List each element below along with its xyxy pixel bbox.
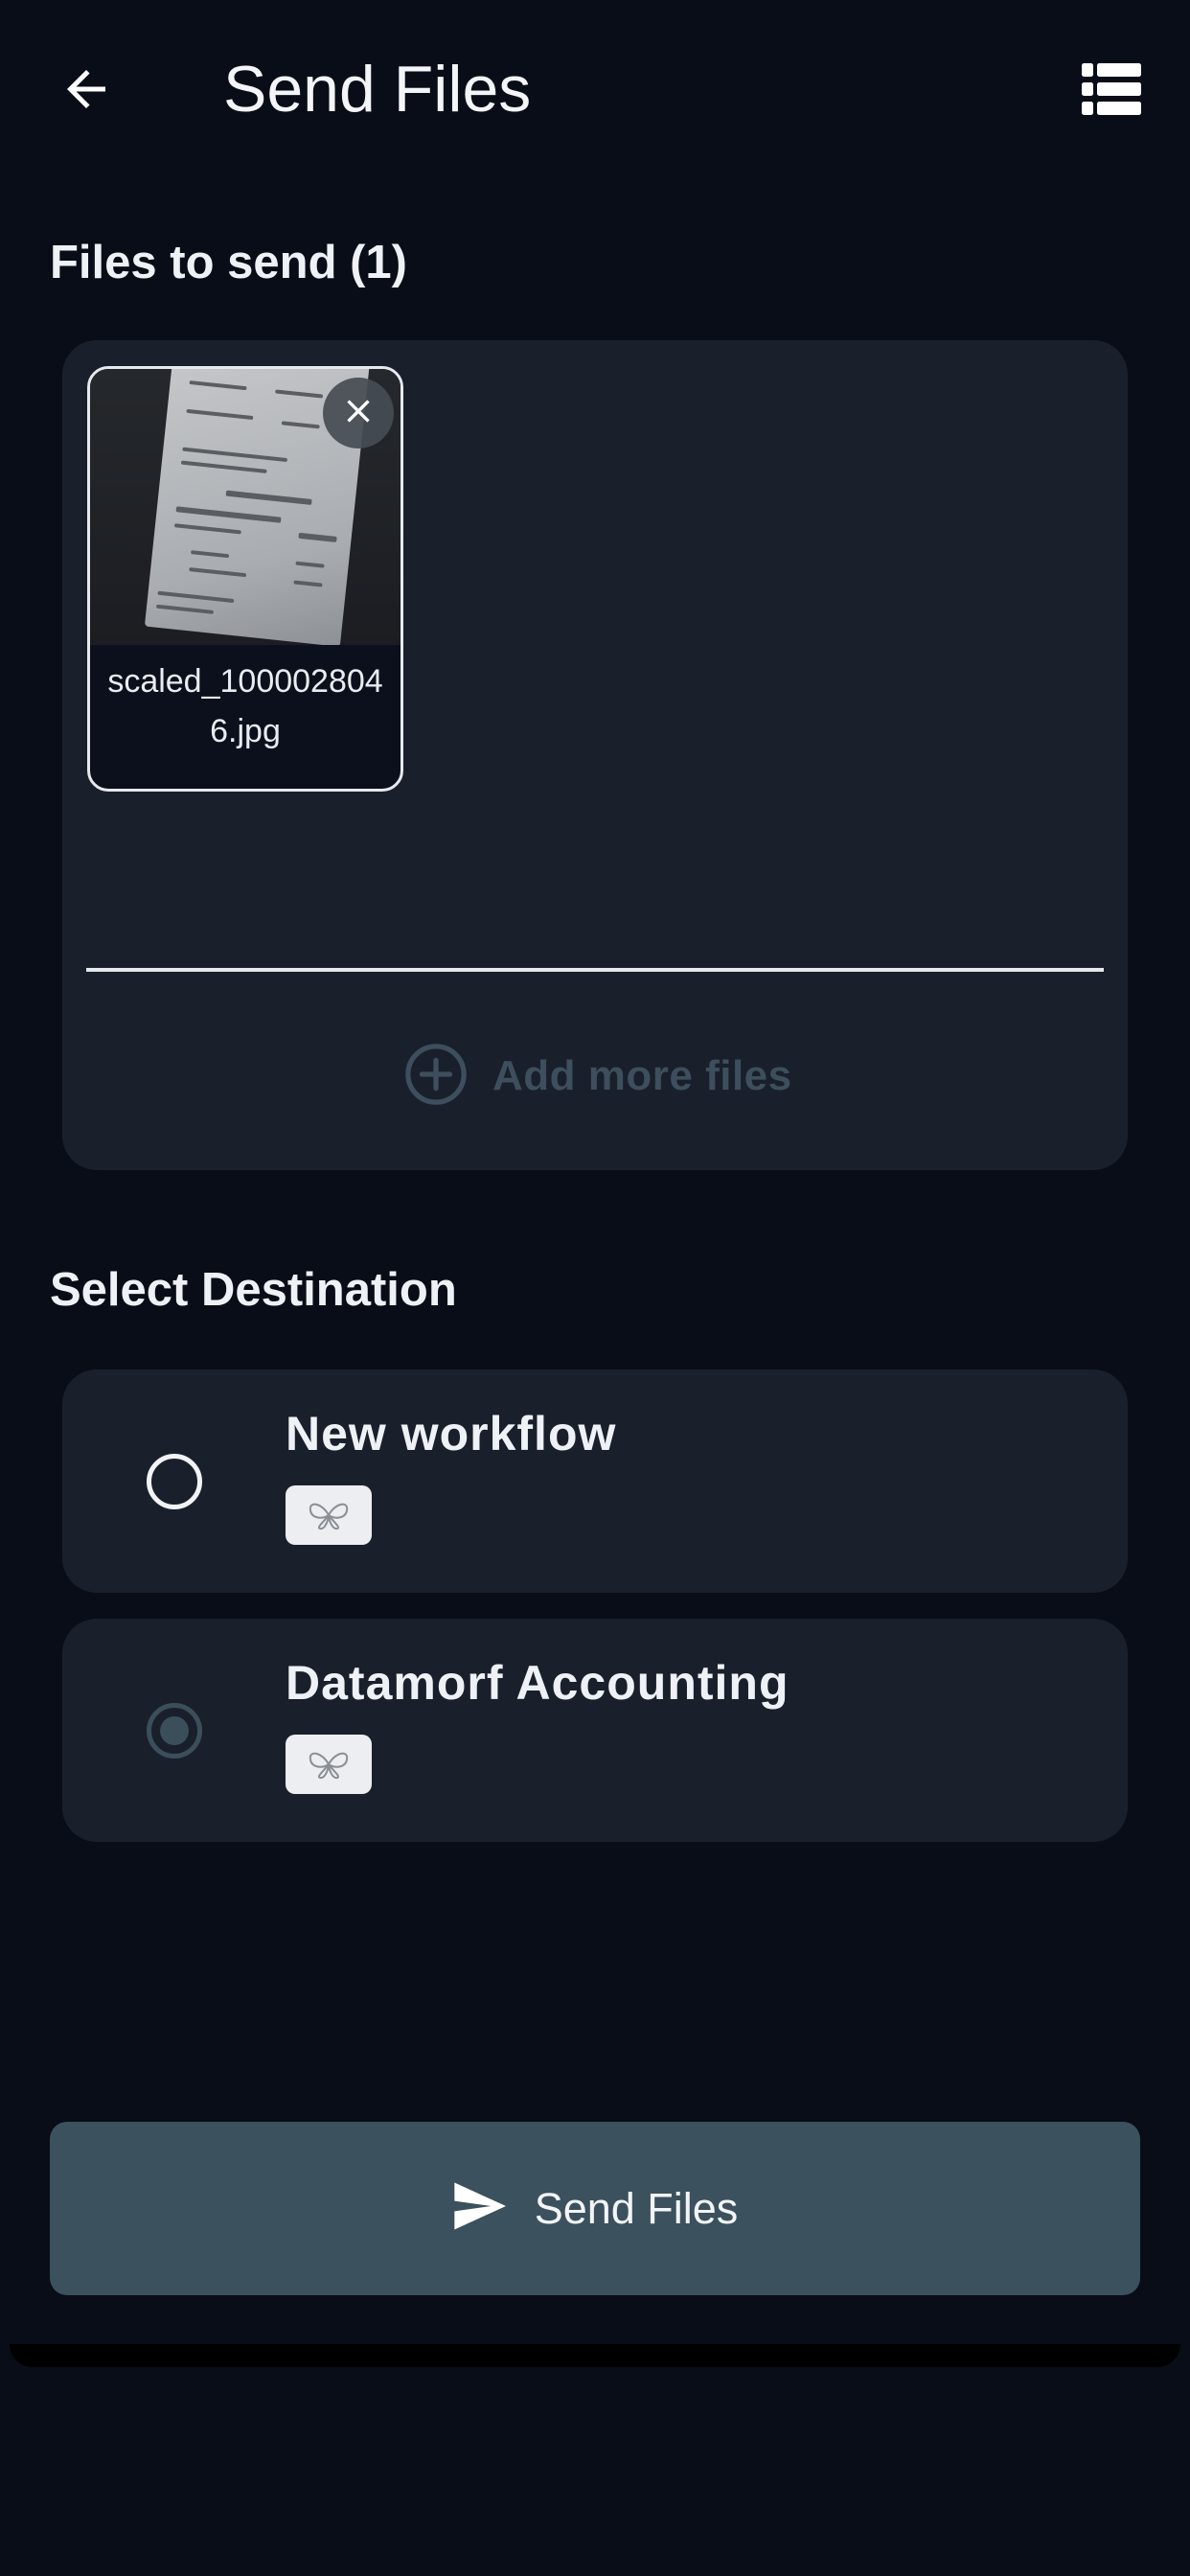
view-list-icon bbox=[1082, 62, 1141, 120]
destination-option-datamorf-accounting[interactable]: Datamorf Accounting bbox=[62, 1619, 1128, 1842]
destination-option-label: New workflow bbox=[286, 1407, 617, 1460]
bottom-sheet-edge bbox=[10, 2344, 1180, 2367]
add-more-files-label: Add more files bbox=[492, 1052, 792, 1099]
destination-section-heading: Select Destination bbox=[50, 1264, 457, 1316]
butterfly-logo-icon bbox=[286, 1735, 372, 1794]
send-files-label: Send Files bbox=[534, 2183, 739, 2233]
app-bar: Send Files bbox=[0, 0, 1190, 177]
send-icon bbox=[452, 2182, 506, 2235]
destination-option-new-workflow[interactable]: New workflow bbox=[62, 1369, 1128, 1593]
radio-button-selected[interactable] bbox=[147, 1703, 202, 1759]
close-icon bbox=[339, 392, 378, 435]
divider bbox=[86, 968, 1104, 972]
back-button[interactable] bbox=[48, 53, 125, 129]
files-section-heading: Files to send (1) bbox=[50, 237, 408, 288]
send-files-button[interactable]: Send Files bbox=[50, 2122, 1140, 2295]
file-tile[interactable]: scaled_1000028046.jpg bbox=[87, 366, 403, 792]
file-name: scaled_1000028046.jpg bbox=[107, 663, 383, 749]
arrow-left-icon bbox=[57, 60, 115, 123]
destination-option-label: Datamorf Accounting bbox=[286, 1656, 790, 1710]
page-title: Send Files bbox=[223, 53, 532, 126]
butterfly-logo-icon bbox=[286, 1485, 372, 1545]
files-card: scaled_1000028046.jpg Add more files bbox=[62, 340, 1128, 1170]
remove-file-button[interactable] bbox=[323, 378, 394, 448]
radio-button[interactable] bbox=[147, 1454, 202, 1509]
add-circle-icon bbox=[402, 1041, 469, 1113]
send-files-screen: Send Files Files to send (1) scaled_1000… bbox=[0, 0, 1190, 2576]
view-list-button[interactable] bbox=[1073, 53, 1150, 129]
add-more-files-button[interactable]: Add more files bbox=[402, 1040, 792, 1113]
